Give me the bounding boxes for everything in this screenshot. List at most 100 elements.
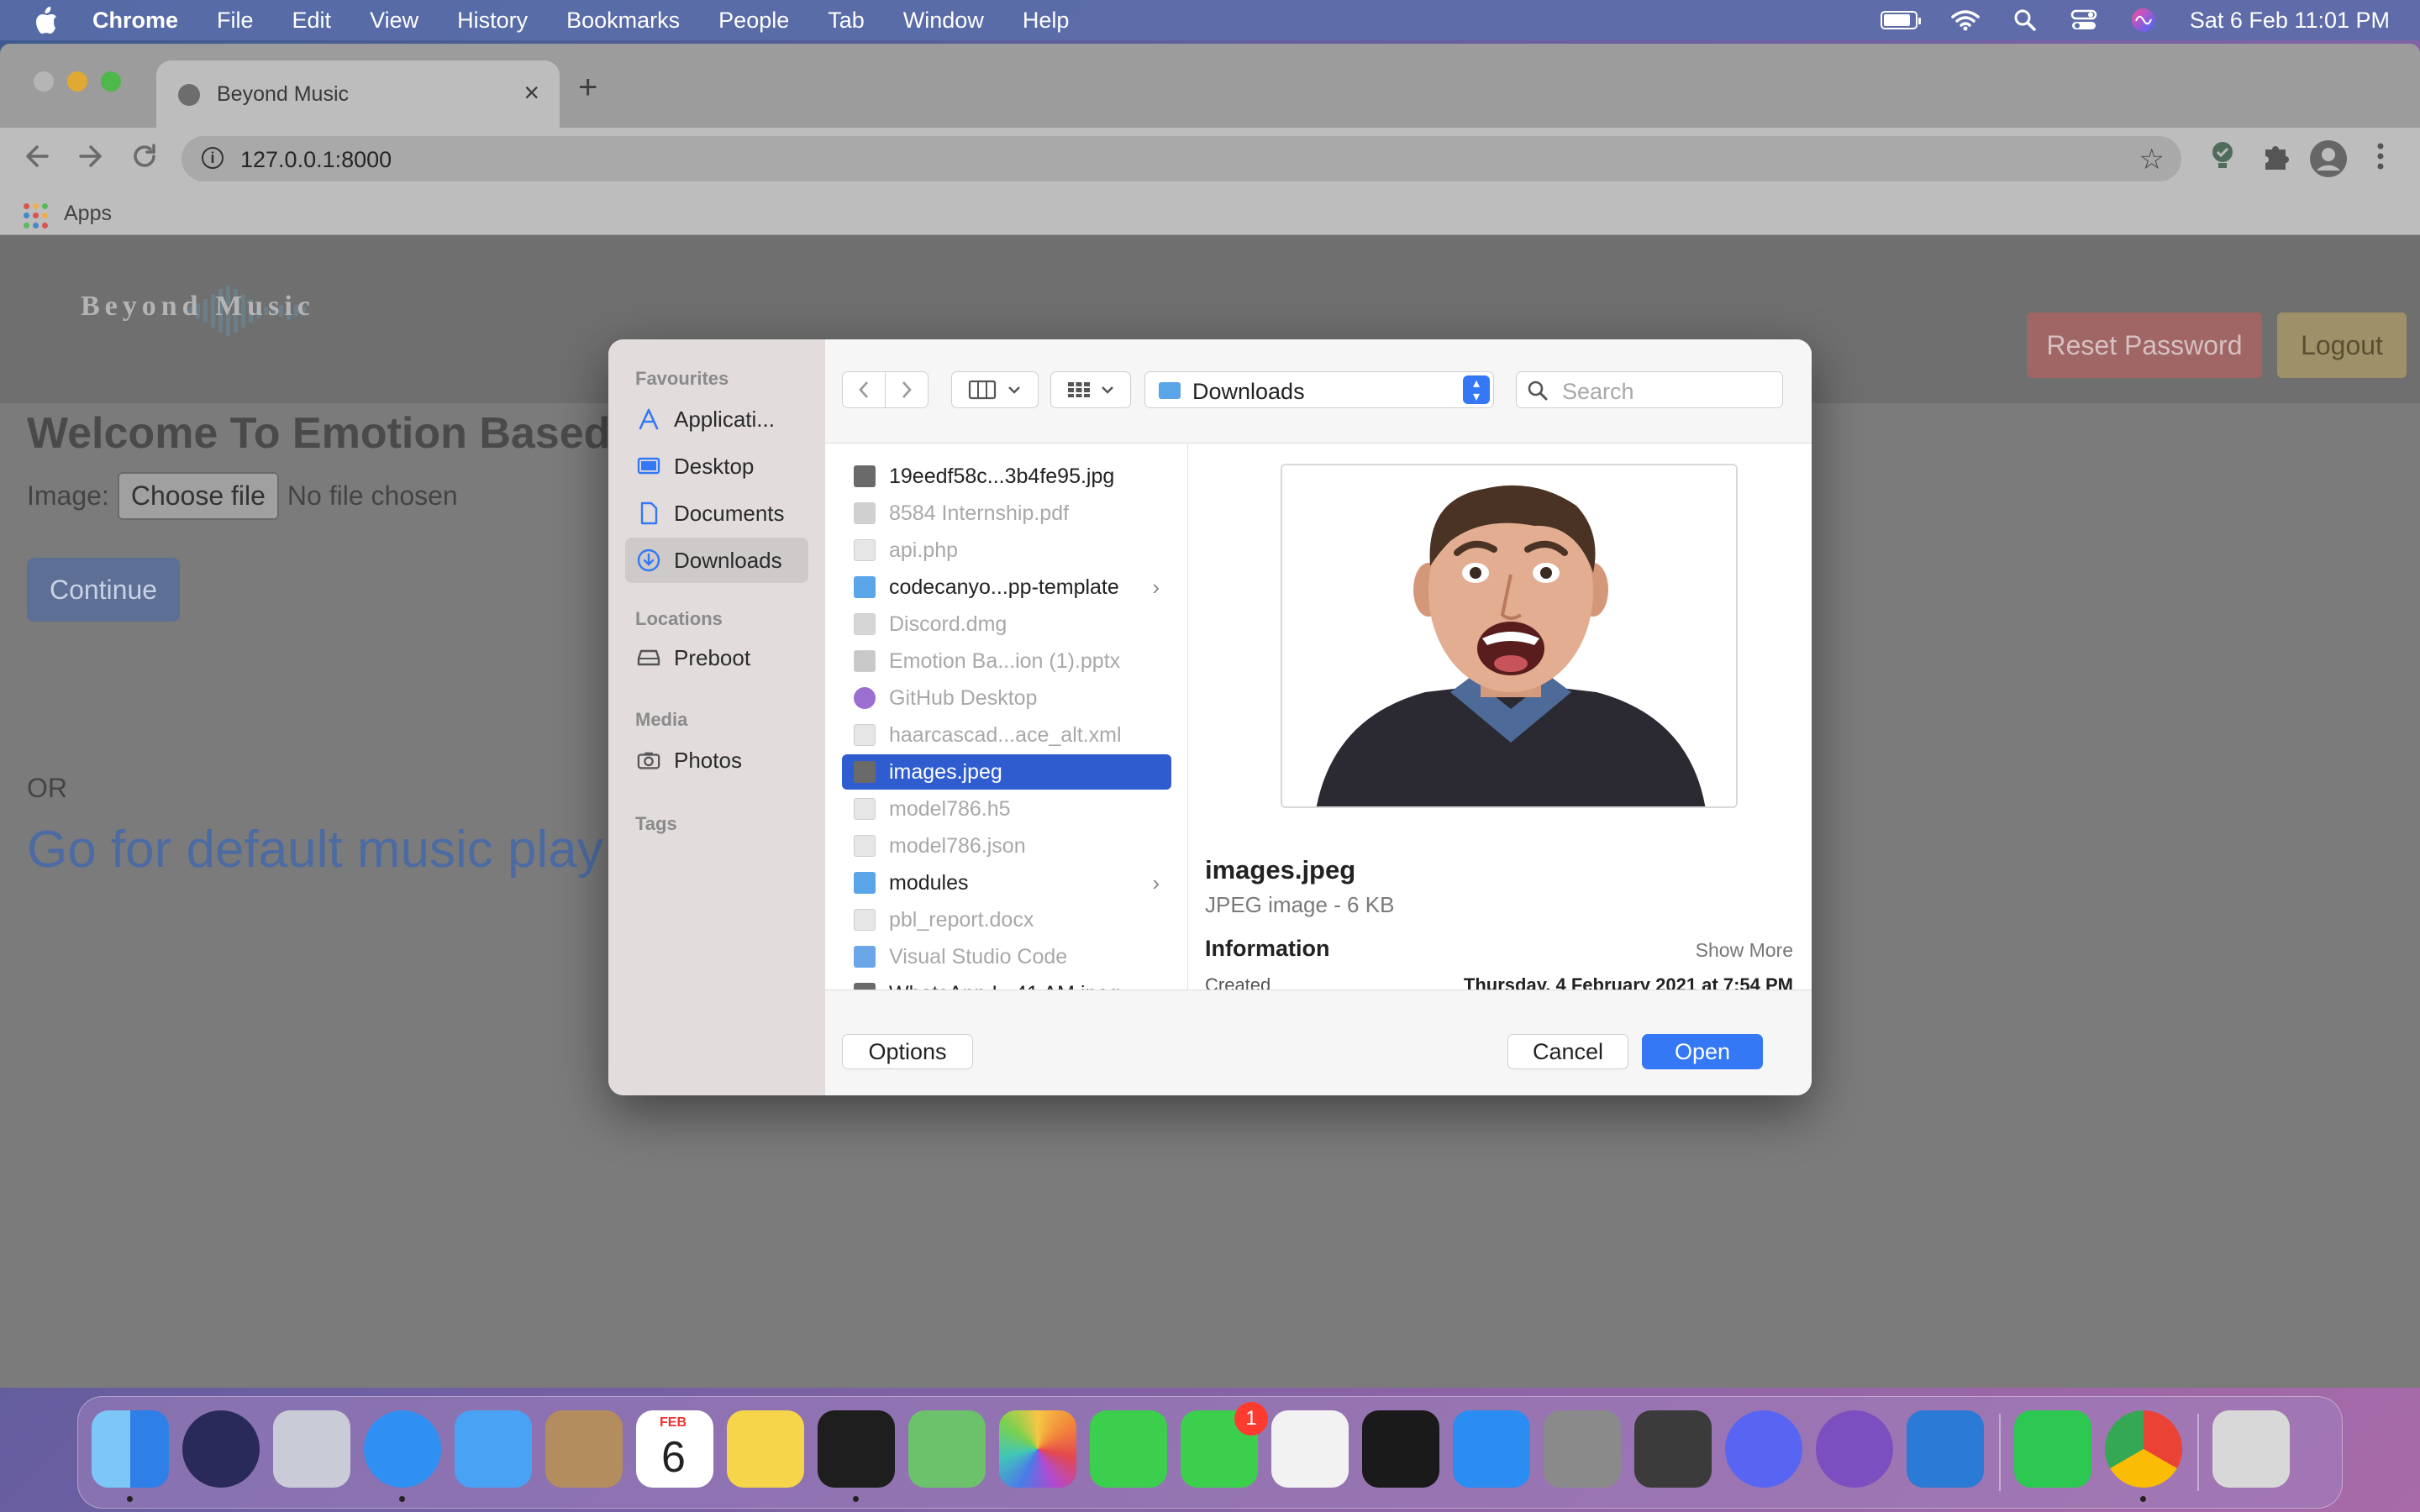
siri-icon[interactable]	[182, 1410, 260, 1488]
image-file-icon	[854, 761, 876, 783]
apps-grid-icon[interactable]	[24, 203, 49, 228]
launchpad-icon[interactable]	[273, 1410, 350, 1488]
extensions-puzzle-icon[interactable]	[2260, 139, 2292, 173]
reload-icon[interactable]	[129, 139, 160, 173]
file-name: WhatsApp I...41 AM.jpeg	[889, 982, 1120, 990]
sidebar-item-downloads[interactable]: Downloads	[625, 538, 808, 583]
menu-file[interactable]: File	[217, 8, 254, 34]
reset-password-button[interactable]: Reset Password	[2027, 312, 2262, 378]
chevron-left-icon	[859, 381, 868, 398]
control-center-icon[interactable]	[2070, 8, 2097, 32]
menu-app-name[interactable]: Chrome	[92, 8, 178, 34]
choose-file-button[interactable]: Choose file	[117, 472, 279, 520]
sidebar-item-preboot[interactable]: Preboot	[625, 635, 808, 680]
profile-avatar-icon[interactable]	[2309, 139, 2348, 178]
menu-window[interactable]: Window	[903, 8, 984, 34]
window-zoom-button[interactable]	[101, 71, 121, 92]
app-store-icon[interactable]	[1453, 1410, 1530, 1488]
site-logo[interactable]: Beyond Music	[81, 291, 315, 323]
menu-help[interactable]: Help	[1023, 8, 1070, 34]
file-row[interactable]: images.jpeg	[842, 754, 1171, 790]
menu-tab[interactable]: Tab	[828, 8, 865, 34]
address-bar[interactable]: i 127.0.0.1:8000 ☆	[182, 136, 2181, 181]
github-desktop-icon[interactable]	[1816, 1410, 1893, 1488]
maps-icon[interactable]	[908, 1410, 986, 1488]
window-minimize-button[interactable]	[67, 71, 87, 92]
logout-button[interactable]: Logout	[2277, 312, 2407, 378]
menu-history[interactable]: History	[457, 8, 528, 34]
image-label: Image:	[27, 480, 109, 511]
default-music-link[interactable]: Go for default music play	[27, 820, 603, 879]
sidebar-item-documents[interactable]: Documents	[625, 491, 808, 536]
menu-people[interactable]: People	[718, 8, 789, 34]
open-button[interactable]: Open	[1642, 1034, 1763, 1069]
chrome-icon[interactable]	[2105, 1410, 2182, 1488]
cancel-button[interactable]: Cancel	[1507, 1034, 1628, 1069]
whatsapp-icon[interactable]	[2014, 1410, 2091, 1488]
forward-nav-button[interactable]	[885, 371, 929, 408]
file-name: pbl_report.docx	[889, 907, 1034, 932]
sidebar-item-applications[interactable]: Applicati...	[625, 396, 808, 442]
pycharm-icon[interactable]	[818, 1410, 895, 1488]
finder-icon[interactable]	[92, 1410, 169, 1488]
options-button[interactable]: Options	[842, 1034, 973, 1069]
column-view-button[interactable]	[951, 371, 1039, 408]
back-nav-button[interactable]	[842, 371, 886, 408]
show-more-button[interactable]: Show More	[1696, 939, 1793, 962]
sublime-text-icon[interactable]	[1634, 1410, 1712, 1488]
search-input[interactable]: Search	[1516, 371, 1783, 408]
spotlight-search-icon[interactable]	[2013, 8, 2037, 32]
back-icon[interactable]	[22, 139, 52, 173]
file-row[interactable]: WhatsApp I...41 AM.jpeg	[842, 976, 1171, 990]
browser-toolbar: i 127.0.0.1:8000 ☆	[0, 128, 2420, 190]
sidebar-item-photos[interactable]: Photos	[625, 738, 808, 783]
menu-view[interactable]: View	[370, 8, 418, 34]
continue-button[interactable]: Continue	[27, 558, 180, 622]
wifi-icon[interactable]	[1951, 9, 1980, 31]
battery-level	[1883, 14, 1910, 26]
url-text[interactable]: 127.0.0.1:8000	[240, 147, 392, 173]
vscode-icon[interactable]	[1907, 1410, 1984, 1488]
github-desktop-icon	[854, 687, 876, 709]
contacts-icon[interactable]	[545, 1410, 623, 1488]
extension-lightbulb-icon[interactable]	[2208, 139, 2237, 173]
clock-datetime[interactable]: Sat 6 Feb 11:01 PM	[2190, 8, 2390, 34]
info-icon[interactable]: i	[202, 147, 224, 169]
chrome-menu-icon[interactable]	[2375, 139, 2386, 173]
system-preferences-icon[interactable]	[1544, 1410, 1621, 1488]
trash-icon[interactable]	[2212, 1410, 2290, 1488]
file-row[interactable]: codecanyo...pp-template ›	[842, 570, 1171, 605]
discord-icon[interactable]	[1725, 1410, 1802, 1488]
file-row[interactable]: modules ›	[842, 865, 1171, 900]
window-close-button[interactable]	[34, 71, 54, 92]
terminal-icon[interactable]	[1362, 1410, 1439, 1488]
folder-icon	[1159, 382, 1181, 399]
new-tab-button[interactable]: +	[578, 69, 597, 107]
notes-icon[interactable]	[727, 1410, 804, 1488]
sidebar-item-desktop[interactable]: Desktop	[625, 444, 808, 489]
photos-icon[interactable]	[999, 1410, 1076, 1488]
bookmark-apps[interactable]: Apps	[64, 202, 112, 226]
status-area: Sat 6 Feb 11:01 PM	[1880, 0, 2390, 40]
close-tab-icon[interactable]: ×	[523, 77, 539, 108]
mail-icon[interactable]	[455, 1410, 532, 1488]
sidebar-item-label: Documents	[674, 500, 785, 526]
safari-icon[interactable]	[364, 1410, 441, 1488]
bookmark-star-icon[interactable]: ☆	[2139, 143, 2165, 176]
file-name: GitHub Desktop	[889, 685, 1038, 710]
messages-icon[interactable]	[1090, 1410, 1167, 1488]
browser-tab[interactable]: Beyond Music ×	[156, 60, 560, 128]
file-row: pbl_report.docx	[842, 902, 1171, 937]
siri-icon[interactable]	[2131, 8, 2156, 33]
menu-edit[interactable]: Edit	[292, 8, 332, 34]
file-row: model786.h5	[842, 791, 1171, 827]
textedit-icon[interactable]	[1271, 1410, 1349, 1488]
location-popup[interactable]: Downloads ▴ ▾	[1144, 371, 1494, 408]
file-row[interactable]: 19eedf58c...3b4fe95.jpg	[842, 459, 1171, 494]
forward-icon[interactable]	[76, 139, 106, 173]
battery-icon[interactable]	[1880, 11, 1921, 29]
menu-bookmarks[interactable]: Bookmarks	[566, 8, 680, 34]
apple-icon[interactable]	[34, 6, 59, 34]
file-name: Discord.dmg	[889, 612, 1007, 636]
group-view-button[interactable]	[1050, 371, 1131, 408]
